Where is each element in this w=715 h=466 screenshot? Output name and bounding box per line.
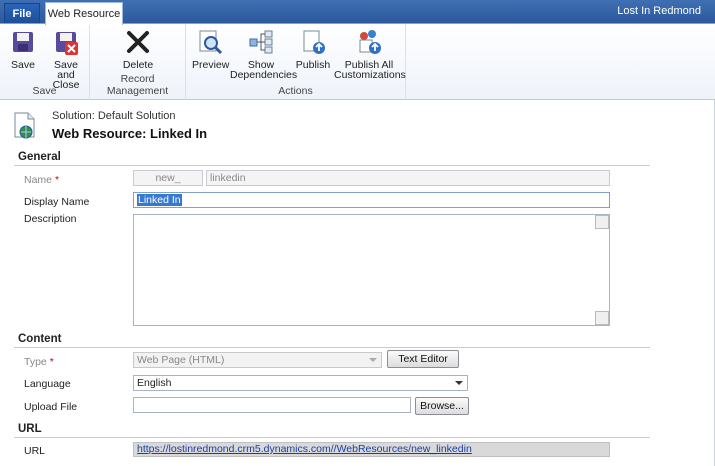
delete-icon <box>127 31 149 53</box>
section-divider <box>14 437 650 438</box>
save-label: Save <box>11 59 35 71</box>
name-prefix-field: new_ <box>133 170 203 186</box>
publish-button[interactable]: Publish <box>294 28 332 70</box>
type-value: Web Page (HTML) <box>137 354 225 366</box>
delete-button[interactable]: Delete <box>118 28 158 70</box>
group-label-actions: Actions <box>278 85 313 97</box>
save-close-icon <box>56 32 78 55</box>
display-name-value: Linked In <box>137 194 182 206</box>
publish-all-customizations-button[interactable]: Publish All Customizations <box>334 28 406 81</box>
url-label: URL <box>24 445 46 457</box>
preview-label: Preview <box>192 59 230 71</box>
save-button[interactable]: Save <box>6 28 40 70</box>
save-close-label-1: Save and <box>54 59 78 81</box>
name-field: linkedin <box>206 170 610 186</box>
ribbon-group-record-management: Delete Record Management <box>90 24 186 100</box>
save-and-close-button[interactable]: Save and Close <box>44 28 88 90</box>
language-select[interactable]: English <box>133 375 468 391</box>
chevron-down-icon <box>369 358 377 362</box>
publish-all-label-2: Customizations <box>334 69 406 81</box>
solution-label: Solution: Default Solution <box>52 110 176 122</box>
scrollbar-up[interactable] <box>595 215 609 229</box>
publish-all-icon <box>359 30 381 54</box>
display-name-label: Display Name <box>24 196 90 208</box>
save-icon <box>13 32 33 52</box>
upload-file-input[interactable] <box>133 397 411 413</box>
ribbon: Save Save and Close Save Delete Record M… <box>0 24 715 100</box>
display-name-input[interactable]: Linked In <box>133 192 610 208</box>
chevron-down-icon <box>455 381 463 385</box>
url-link[interactable]: https://lostinredmond.crm5.dynamics.com/… <box>137 443 472 455</box>
delete-label: Delete <box>122 59 154 71</box>
language-value: English <box>137 377 172 389</box>
publish-icon <box>303 30 325 54</box>
ribbon-group-save: Save Save and Close Save <box>0 24 90 100</box>
preview-icon <box>199 30 223 55</box>
user-name[interactable]: Lost In Redmond <box>617 5 701 17</box>
type-label: Type * <box>24 356 54 368</box>
required-marker: * <box>55 174 60 186</box>
upload-file-label: Upload File <box>24 401 78 413</box>
publish-label: Publish <box>295 59 331 71</box>
scrollbar-down[interactable] <box>595 311 609 325</box>
show-dependencies-button[interactable]: Show Dependencies <box>230 28 298 81</box>
preview-button[interactable]: Preview <box>192 28 230 71</box>
language-label: Language <box>24 378 71 390</box>
browse-button[interactable]: Browse... <box>415 397 469 415</box>
file-tab[interactable]: File <box>4 3 40 23</box>
name-label: Name * <box>24 174 59 186</box>
ribbon-group-actions: Preview Show Dependencies Publish Publis… <box>186 24 406 100</box>
dependencies-icon <box>249 30 273 54</box>
group-label-save: Save <box>32 85 57 97</box>
section-title-url: URL <box>18 423 42 435</box>
show-dependencies-label-2: Dependencies <box>230 69 298 81</box>
type-label-text: Type <box>24 356 47 368</box>
section-divider <box>14 165 650 166</box>
url-field: https://lostinredmond.crm5.dynamics.com/… <box>133 442 610 457</box>
web-resource-icon <box>14 112 35 139</box>
page-title: Web Resource: Linked In <box>52 126 208 141</box>
tab-web-resource[interactable]: Web Resource <box>45 2 123 25</box>
name-label-text: Name <box>24 174 53 186</box>
section-divider <box>14 347 650 348</box>
text-editor-button[interactable]: Text Editor <box>387 350 459 368</box>
section-title-general: General <box>18 151 61 163</box>
type-select: Web Page (HTML) <box>133 352 382 368</box>
description-textarea[interactable] <box>133 214 610 326</box>
required-marker: * <box>49 356 54 368</box>
section-title-content: Content <box>18 333 62 345</box>
description-label: Description <box>24 213 77 225</box>
group-label-record-management: Record Management <box>106 73 169 97</box>
